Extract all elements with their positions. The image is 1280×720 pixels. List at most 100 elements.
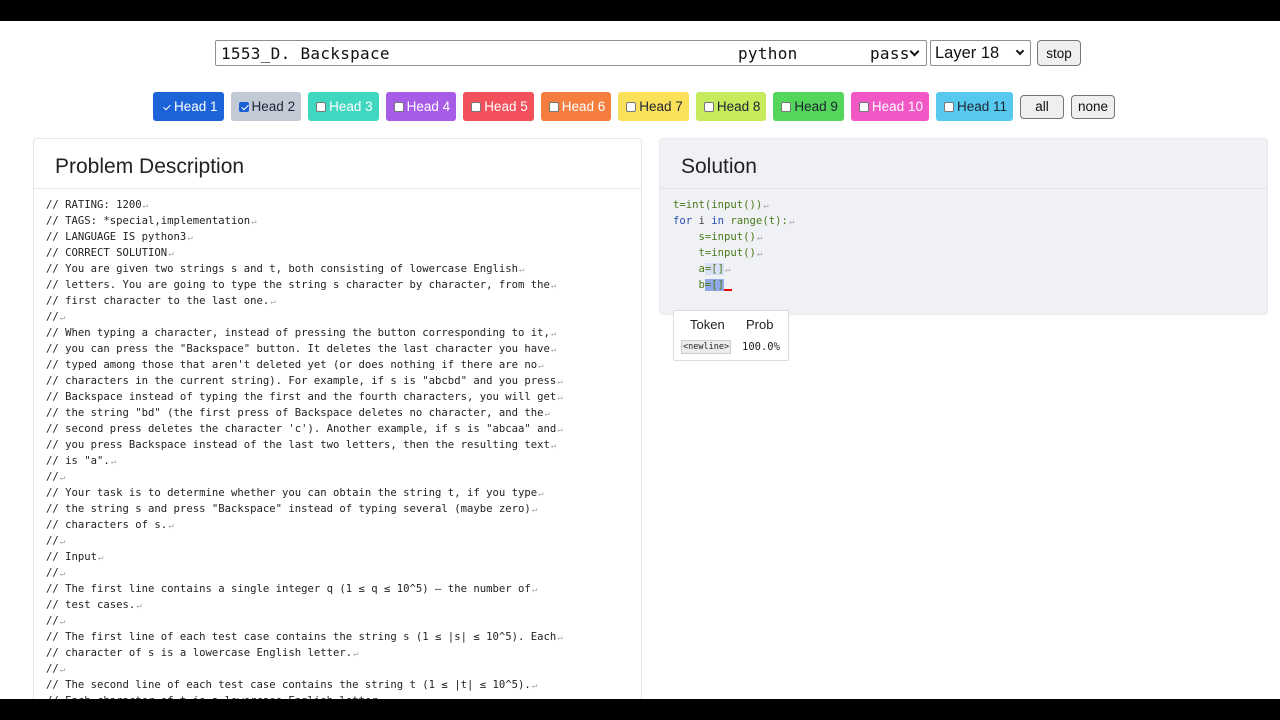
newline-marker: ↵ xyxy=(59,569,66,579)
newline-marker: ↵ xyxy=(98,553,104,563)
head-label: Head 1 xyxy=(174,99,218,114)
problem-line-text: // The first line contains a single inte… xyxy=(46,583,531,595)
checkbox-icon[interactable] xyxy=(393,101,404,112)
newline-marker: ↵ xyxy=(187,233,193,243)
problem-line: // you press Backspace instead of the la… xyxy=(46,438,641,454)
problem-text: // RATING: 1200↵// TAGS: *special,implem… xyxy=(34,189,641,699)
code-line: b=[] xyxy=(673,278,1267,293)
solution-code: t=int(input())↵ for i in range(t):↵ s=inp… xyxy=(660,189,1267,293)
head-toggle-8[interactable]: Head 8 xyxy=(695,92,767,121)
checkbox-icon[interactable] xyxy=(161,101,171,112)
code-keyword: in xyxy=(711,215,725,227)
problem-line: // You are given two strings s and t, bo… xyxy=(46,262,641,278)
head-label: Head 8 xyxy=(716,99,761,114)
newline-marker: ↵ xyxy=(557,425,563,435)
head-label: Head 9 xyxy=(794,99,838,114)
head-toggle-10[interactable]: Head 10 xyxy=(850,92,929,121)
code-line: t=input()↵ xyxy=(673,247,763,259)
problem-line: // Backspace instead of typing the first… xyxy=(46,390,641,406)
newline-marker: ↵ xyxy=(531,681,538,691)
newline-marker: ↵ xyxy=(557,393,563,403)
checkbox-icon[interactable] xyxy=(858,101,869,112)
head-label: Head 11 xyxy=(956,99,1008,114)
head-toggle-2[interactable]: Head 2 xyxy=(230,92,302,121)
head-label: Head 6 xyxy=(561,99,606,114)
head-label: Head 7 xyxy=(639,99,683,114)
problem-line-text: // xyxy=(46,535,59,547)
layer-select[interactable]: Layer 18 xyxy=(930,40,1031,66)
attention-highlight: =[] xyxy=(704,263,725,275)
stop-button[interactable]: stop xyxy=(1037,40,1081,66)
problem-status: pass xyxy=(870,43,910,63)
problem-line-text: // test cases. xyxy=(46,599,136,611)
problem-line-text: // Your task is to determine whether you… xyxy=(46,487,538,499)
code-line: for i in range(t):↵ xyxy=(673,215,795,227)
checkbox-icon[interactable] xyxy=(626,101,637,112)
problem-line: // the string s and press "Backspace" in… xyxy=(46,502,641,518)
problem-line-text: // xyxy=(46,663,59,675)
problem-name: 1553_D. Backspace xyxy=(221,43,390,63)
problem-line-text: // You are given two strings s and t, bo… xyxy=(46,263,518,275)
head-label: Head 10 xyxy=(871,99,923,114)
problem-line: //↵ xyxy=(46,470,641,486)
checkbox-icon[interactable] xyxy=(238,101,249,112)
problem-line: // The first line contains a single inte… xyxy=(46,582,641,598)
newline-marker: ↵ xyxy=(531,585,538,595)
head-toggle-9[interactable]: Head 9 xyxy=(773,92,844,121)
head-label: Head 5 xyxy=(484,99,528,114)
head-toggle-7[interactable]: Head 7 xyxy=(618,92,689,121)
newline-marker: ↵ xyxy=(538,489,544,499)
problem-line: //↵ xyxy=(46,566,641,582)
newline-marker: ↵ xyxy=(168,521,174,531)
code-line: s=input()↵ xyxy=(673,231,763,243)
layer-value: Layer 18 xyxy=(935,43,1000,62)
problem-line: // characters in the current string). Fo… xyxy=(46,374,641,390)
head-toggle-6[interactable]: Head 6 xyxy=(540,92,612,121)
head-label: Head 2 xyxy=(251,99,296,114)
head-label: Head 4 xyxy=(406,99,451,114)
problem-line-text: // xyxy=(46,311,59,323)
token-column-header: Token xyxy=(690,317,725,332)
code-text: s=input() xyxy=(673,231,756,243)
problem-line: // Your task is to determine whether you… xyxy=(46,486,641,502)
head-toggle-4[interactable]: Head 4 xyxy=(385,92,457,121)
problem-line-text: // characters in the current string). Fo… xyxy=(46,375,557,387)
head-toggle-5[interactable]: Head 5 xyxy=(463,92,534,121)
problem-line-text: // When typing a character, instead of p… xyxy=(46,327,550,339)
checkbox-icon[interactable] xyxy=(548,101,559,112)
newline-marker: ↵ xyxy=(557,377,563,387)
problem-line-text: // the string "bd" (the first press of B… xyxy=(46,407,544,419)
problem-line: // you can press the "Backspace" button.… xyxy=(46,342,641,358)
checkbox-icon[interactable] xyxy=(316,101,327,112)
newline-marker: ↵ xyxy=(59,665,66,675)
head-toggle-1[interactable]: Head 1 xyxy=(153,92,224,121)
code-text: t=input() xyxy=(673,247,756,259)
checkbox-icon[interactable] xyxy=(781,101,792,112)
head-toggle-11[interactable]: Head 11 xyxy=(935,92,1014,121)
problem-line: // When typing a character, instead of p… xyxy=(46,326,641,342)
problem-line: // CORRECT SOLUTION↵ xyxy=(46,246,641,262)
problem-line: //↵ xyxy=(46,614,641,630)
problem-select[interactable]: 1553_D. Backspace python pass xyxy=(215,40,927,66)
problem-line-text: // Backspace instead of typing the first… xyxy=(46,391,557,403)
problem-panel: Problem Description // RATING: 1200↵// T… xyxy=(33,138,642,699)
problem-line-text: // first character to the last one. xyxy=(46,295,270,307)
problem-line-text: // LANGUAGE IS python3 xyxy=(46,231,187,243)
head-toggle-row: Head 1 Head 2 Head 3 Head 4 Head 5 Head … xyxy=(153,92,1122,121)
checkbox-icon[interactable] xyxy=(471,101,482,112)
select-none-button[interactable]: none xyxy=(1071,94,1116,119)
newline-marker: ↵ xyxy=(142,201,149,211)
checkbox-icon[interactable] xyxy=(703,101,714,112)
head-toggle-3[interactable]: Head 3 xyxy=(308,92,379,121)
select-all-button[interactable]: all xyxy=(1020,94,1065,119)
code-line: a=[]↵ xyxy=(673,263,731,275)
problem-line-text: // characters of s. xyxy=(46,519,168,531)
newline-marker: ↵ xyxy=(538,361,544,371)
problem-line: // The second line of each test case con… xyxy=(46,678,641,694)
solution-panel-title: Solution xyxy=(660,139,1267,189)
code-text: t=int(input()) xyxy=(673,199,763,211)
chevron-down-icon xyxy=(909,46,920,57)
newline-marker: ↵ xyxy=(110,457,117,467)
problem-line: // the string "bd" (the first press of B… xyxy=(46,406,641,422)
checkbox-icon[interactable] xyxy=(943,101,954,112)
